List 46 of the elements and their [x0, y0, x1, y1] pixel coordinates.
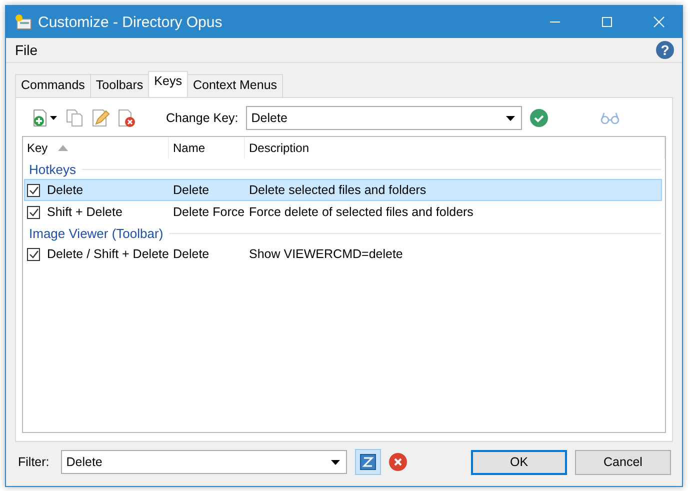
window-title: Customize - Directory Opus [38, 14, 224, 30]
maximize-icon[interactable] [601, 16, 613, 28]
caret-icon[interactable] [331, 460, 340, 464]
tab[interactable]: Commands [15, 74, 91, 97]
change-key-label: Change Key: [166, 111, 238, 125]
tab[interactable]: Keys [148, 71, 188, 97]
filter-dropdown[interactable]: Delete [61, 450, 348, 474]
column-header[interactable]: Name [169, 137, 245, 159]
list-row[interactable]: Delete Delete Delete selected files and folders [24, 179, 662, 201]
dialog-button[interactable]: OK [471, 450, 567, 474]
table-cell-text: Delete Force [172, 205, 246, 219]
table-cell-text: Delete [46, 183, 84, 197]
table-cell-text: Delete selected files and folders [248, 183, 428, 197]
dialog-button[interactable]: Cancel [575, 450, 671, 474]
column-header[interactable]: Key [23, 137, 169, 159]
sort-arrow-icon [58, 145, 68, 151]
table-cell-text: Force delete of selected files and folders [248, 205, 474, 219]
z-icon [360, 454, 376, 470]
new-dropdown-icon[interactable] [32, 109, 58, 127]
app-icon [14, 14, 32, 30]
checkbox[interactable] [27, 248, 40, 260]
filter-label: Filter: [18, 455, 50, 469]
group-header: Image Viewer (Toolbar) [29, 226, 164, 240]
table-cell-text: Delete [172, 247, 210, 261]
close-icon[interactable] [653, 16, 665, 28]
table-cell-text: Delete / Shift + Delete [46, 247, 169, 261]
group-header: Hotkeys [29, 162, 76, 176]
check-icon[interactable] [530, 109, 548, 127]
table-cell-text: Delete [172, 183, 210, 197]
checkbox[interactable] [27, 184, 40, 196]
edit-icon[interactable] [92, 109, 110, 127]
delete-icon[interactable] [118, 109, 136, 127]
tab[interactable]: Context Menus [186, 74, 284, 97]
column-header[interactable]: Description [245, 137, 665, 159]
menu-item[interactable]: File [15, 42, 656, 58]
change-key-dropdown[interactable]: Delete [246, 106, 522, 130]
clear-icon[interactable] [389, 453, 408, 471]
list-row[interactable]: Delete / Shift + Delete Delete Show VIEWERCMD=delete [24, 243, 662, 265]
help-button[interactable]: ? [656, 41, 674, 59]
list-row[interactable]: Shift + Delete Delete Force Force delete of selected files and folders [24, 201, 662, 223]
filter-toggle-button[interactable] [355, 449, 382, 475]
copy-icon[interactable] [66, 109, 84, 127]
caret-icon[interactable] [506, 116, 516, 120]
table-cell-text: Show VIEWERCMD=delete [248, 247, 404, 261]
checkbox[interactable] [27, 206, 40, 218]
table-cell-text: Shift + Delete [46, 205, 122, 219]
